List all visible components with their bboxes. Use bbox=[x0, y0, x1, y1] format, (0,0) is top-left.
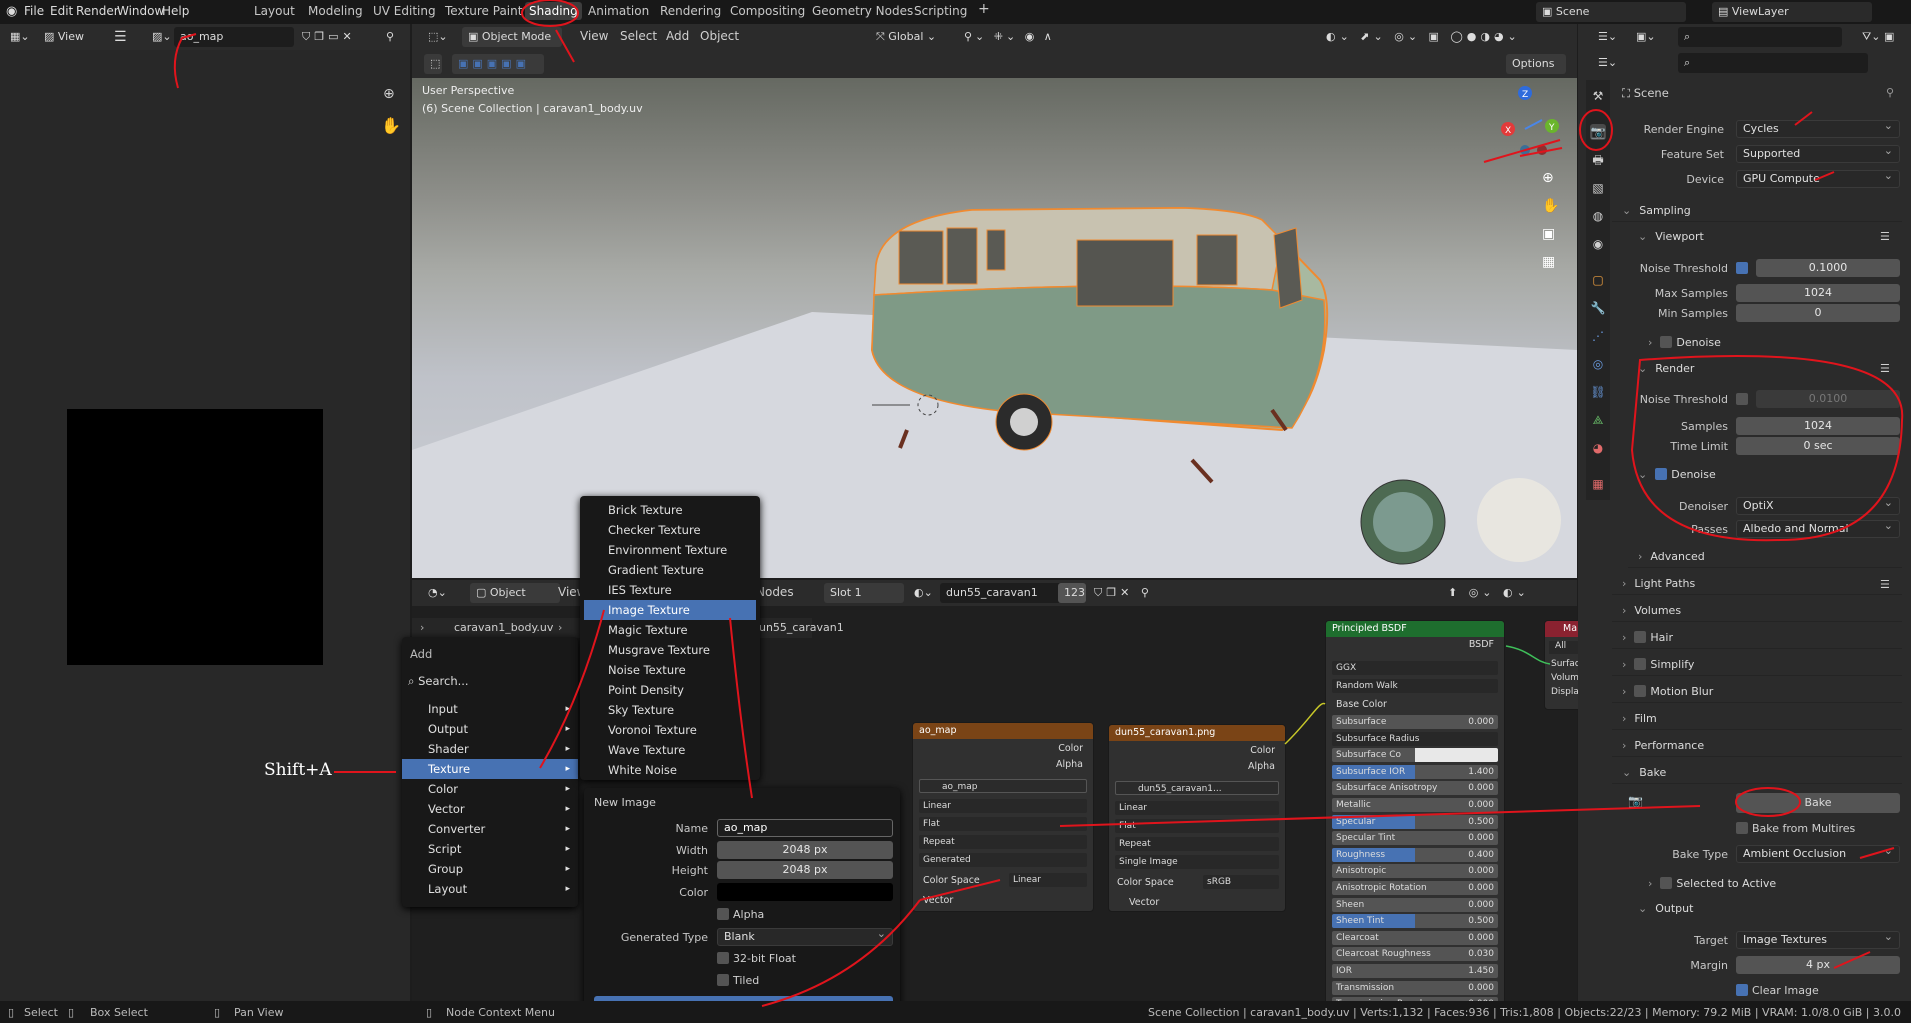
annotation-arrow-bake-type bbox=[1859, 847, 1895, 859]
annotation-line-to-bake bbox=[1059, 805, 1701, 827]
annotation-circle-render-settings bbox=[1630, 355, 1904, 542]
tutorial-annotations bbox=[173, 0, 1904, 1007]
annotation-circle-bake bbox=[1735, 787, 1801, 817]
annotation-arrow-ok bbox=[761, 899, 921, 1007]
annotation-arrow-colorspace bbox=[919, 879, 1001, 901]
annotation-arrow-cycles bbox=[1794, 111, 1813, 126]
annotation-arrow-shading bbox=[555, 29, 575, 63]
annotation-arrow-margin bbox=[1833, 951, 1871, 969]
annotation-circle-render-tab bbox=[1579, 109, 1613, 151]
annotation-circle-shading bbox=[521, 0, 579, 27]
annotation-arrow-image-texture bbox=[539, 609, 605, 769]
annotation-arrow-device bbox=[1814, 171, 1835, 181]
annotation-arrow-new-image bbox=[729, 617, 753, 799]
shortcut-annotation: Shift+A bbox=[264, 760, 332, 780]
annotation-arrow-image bbox=[173, 33, 197, 89]
